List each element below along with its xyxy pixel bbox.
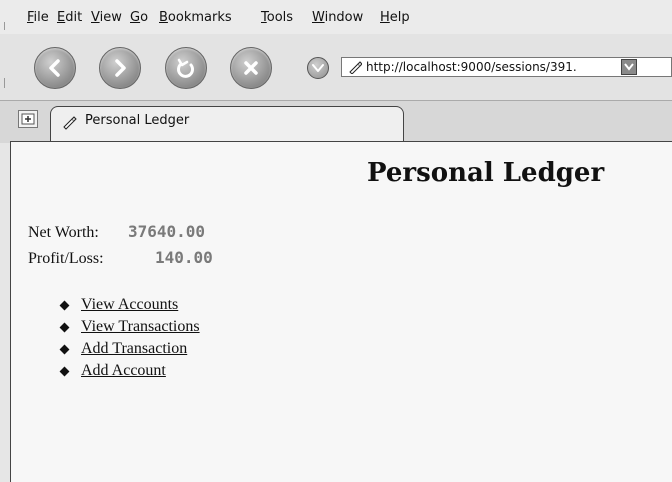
net-worth-value: 37640.00 [128, 222, 206, 241]
stop-icon [244, 61, 258, 75]
toolbar-grip [4, 78, 8, 88]
url-dropdown-button[interactable] [621, 59, 637, 75]
new-tab-button[interactable] [18, 110, 38, 128]
menu-bar: File Edit View Go Bookmarks Tools Window… [0, 0, 672, 34]
home-button[interactable] [307, 57, 329, 79]
add-account-link[interactable]: Add Account [81, 362, 166, 380]
back-icon [49, 59, 60, 77]
menu-view[interactable]: View [91, 10, 122, 25]
profit-loss-row: Profit/Loss: 140.00 [28, 248, 213, 268]
profit-loss-label: Profit/Loss: [28, 250, 104, 267]
view-transactions-link[interactable]: View Transactions [81, 318, 200, 336]
profit-loss-value: 140.00 [155, 248, 213, 267]
tab-personal-ledger[interactable]: Personal Ledger [50, 106, 404, 143]
menubar-grip [4, 22, 8, 30]
tab-strip: Personal Ledger [0, 100, 672, 143]
stop-button[interactable] [230, 47, 272, 89]
menu-tools[interactable]: Tools [261, 10, 293, 25]
net-worth-row: Net Worth: 37640.00 [28, 222, 205, 242]
home-icon [312, 64, 324, 72]
menu-go[interactable]: Go [130, 10, 148, 25]
bullet-icon [59, 300, 70, 311]
url-text[interactable]: http://localhost:9000/sessions/391. [366, 60, 577, 74]
menu-window[interactable]: Window [312, 10, 363, 25]
bullet-icon [59, 344, 70, 355]
back-button[interactable] [34, 47, 76, 89]
add-transaction-link[interactable]: Add Transaction [81, 340, 187, 358]
menu-file[interactable]: File [27, 10, 49, 25]
bullet-icon [59, 366, 70, 377]
site-icon [348, 60, 363, 77]
page-title: Personal Ledger [367, 158, 605, 188]
bullet-icon [59, 322, 70, 333]
tab-label: Personal Ledger [85, 113, 190, 128]
page-icon [61, 114, 77, 134]
forward-icon [115, 59, 126, 77]
navigation-toolbar: http://localhost:9000/sessions/391. [0, 34, 672, 100]
menu-bookmarks[interactable]: Bookmarks [159, 10, 232, 25]
net-worth-label: Net Worth: [28, 224, 99, 241]
menu-help[interactable]: Help [380, 10, 410, 25]
new-tab-icon [21, 113, 35, 125]
menu-edit[interactable]: Edit [57, 10, 82, 25]
url-bar[interactable]: http://localhost:9000/sessions/391. [341, 57, 672, 77]
forward-button[interactable] [99, 47, 141, 89]
reload-icon [177, 58, 194, 78]
reload-button[interactable] [165, 47, 207, 89]
view-accounts-link[interactable]: View Accounts [81, 296, 178, 314]
page-content: Personal Ledger Net Worth: 37640.00 Profi… [10, 142, 672, 482]
url-dropdown-icon [624, 63, 634, 71]
